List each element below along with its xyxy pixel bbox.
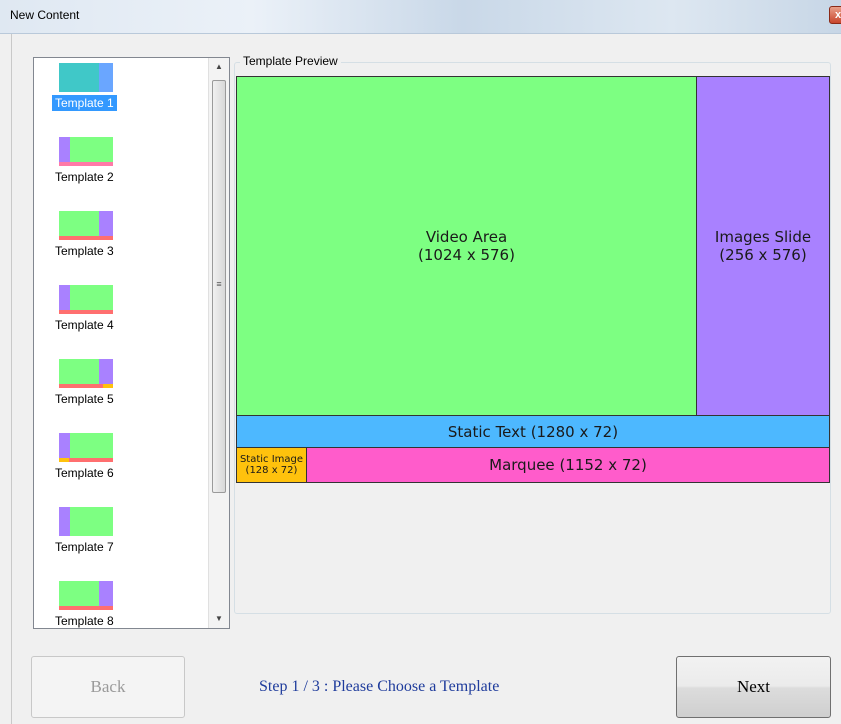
list-item-template-6[interactable]: Template 6: [34, 431, 210, 505]
back-button[interactable]: Back: [31, 656, 185, 718]
template-list[interactable]: Template 1 Template 2 Template 3 Templat…: [33, 57, 230, 629]
marquee-zone: Marquee (1152 x 72): [306, 447, 830, 483]
zone-size: (1024 x 576): [418, 246, 515, 264]
list-item-template-2[interactable]: Template 2: [34, 135, 210, 209]
zone-size: (256 x 576): [719, 246, 807, 264]
template-8-thumbnail: [59, 581, 113, 610]
zone-size: (1152 x 72): [559, 456, 647, 474]
scrollbar-thumb[interactable]: ≡: [212, 80, 226, 493]
template-label: Template 8: [55, 614, 114, 628]
step-indicator: Step 1 / 3 : Please Choose a Template: [259, 678, 500, 695]
template-label: Template 6: [55, 466, 114, 480]
template-label: Template 1: [52, 95, 117, 111]
zone-name: Images Slide: [714, 228, 812, 246]
template-1-thumbnail: [59, 63, 113, 92]
template-5-thumbnail: [59, 359, 113, 388]
zone-name: Video Area: [425, 228, 508, 246]
template-label: Template 3: [55, 244, 114, 258]
template-label: Template 7: [55, 540, 114, 554]
list-item-template-7[interactable]: Template 7: [34, 505, 210, 579]
window-frame-left: [0, 34, 12, 724]
scroll-grip-icon: ≡: [216, 279, 222, 289]
list-item-template-5[interactable]: Template 5: [34, 357, 210, 431]
static-image-zone: Static Image (128 x 72): [236, 447, 307, 483]
template-7-thumbnail: [59, 507, 113, 536]
template-6-thumbnail: [59, 433, 113, 462]
zone-name: Static Image: [239, 454, 304, 465]
video-area-zone: Video Area (1024 x 576): [236, 76, 697, 416]
template-label: Template 5: [55, 392, 114, 406]
template-3-thumbnail: [59, 211, 113, 240]
next-button[interactable]: Next: [676, 656, 831, 718]
scroll-up-arrow-icon[interactable]: ▲: [209, 58, 229, 76]
zone-size: (1280 x 72): [530, 422, 619, 441]
window-title: New Content: [10, 8, 80, 22]
template-label: Template 4: [55, 318, 114, 332]
scroll-down-arrow-icon[interactable]: ▼: [209, 610, 229, 628]
list-item-template-8[interactable]: Template 8: [34, 579, 210, 628]
close-icon[interactable]: x: [829, 6, 841, 24]
list-item-template-4[interactable]: Template 4: [34, 283, 210, 357]
template-label: Template 2: [55, 170, 114, 184]
template-4-thumbnail: [59, 285, 113, 314]
template-preview-title: Template Preview: [240, 54, 341, 68]
title-bar: New Content x: [0, 0, 841, 34]
list-item-template-1[interactable]: Template 1: [34, 61, 210, 135]
images-slide-zone: Images Slide (256 x 576): [696, 76, 830, 416]
template-2-thumbnail: [59, 137, 113, 166]
template-list-scrollbar[interactable]: ▲ ≡ ▼: [208, 58, 229, 628]
zone-name: Static Text: [447, 422, 526, 441]
list-item-template-3[interactable]: Template 3: [34, 209, 210, 283]
zone-size: (128 x 72): [245, 465, 298, 476]
zone-name: Marquee: [489, 456, 555, 474]
static-text-zone: Static Text (1280 x 72): [236, 415, 830, 448]
